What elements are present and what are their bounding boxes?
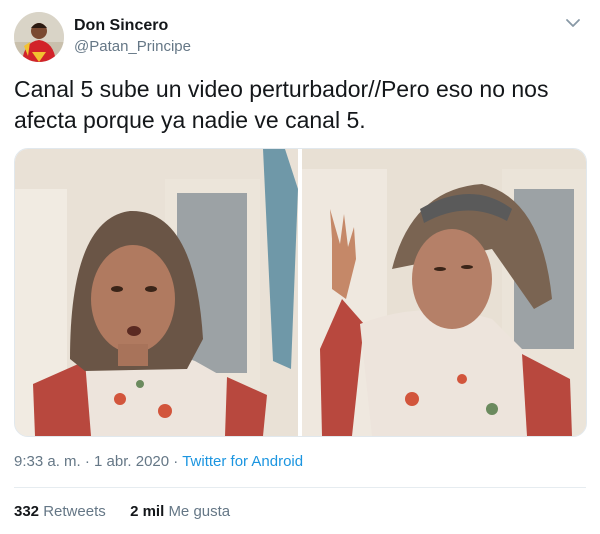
media-image-right[interactable]: [302, 149, 586, 436]
tweet-source-link[interactable]: Twitter for Android: [182, 453, 303, 470]
avatar[interactable]: [14, 12, 64, 62]
avatar-image: [14, 12, 64, 62]
likes-label: Me gusta: [168, 503, 231, 520]
divider: [14, 487, 586, 488]
retweets-label: Retweets: [43, 503, 106, 520]
tweet-stats: 332 Retweets 2 mil Me gusta: [14, 503, 230, 520]
retweets-count: 332: [14, 503, 40, 520]
likes-count: 2 mil: [130, 503, 165, 520]
tweet-date[interactable]: 1 abr. 2020: [94, 453, 169, 470]
likes-stat[interactable]: 2 mil Me gusta: [130, 503, 230, 520]
user-names: Don Sincero @Patan_Principe: [74, 16, 191, 57]
chevron-down-icon[interactable]: [564, 14, 582, 32]
tweet-media[interactable]: [14, 148, 587, 437]
tweet-text: Canal 5 sube un video perturbador//Pero …: [14, 76, 549, 133]
user-handle[interactable]: @Patan_Principe: [74, 37, 191, 57]
display-name[interactable]: Don Sincero: [74, 16, 191, 36]
meta-separator: ·: [84, 453, 90, 470]
tweet-time[interactable]: 9:33 a. m.: [14, 453, 81, 470]
tweet-header: Don Sincero @Patan_Principe: [14, 12, 586, 64]
media-image-left[interactable]: [15, 149, 298, 436]
meta-separator: ·: [173, 453, 179, 470]
retweets-stat[interactable]: 332 Retweets: [14, 503, 110, 520]
tweet-meta: 9:33 a. m. · 1 abr. 2020 · Twitter for A…: [14, 453, 303, 470]
